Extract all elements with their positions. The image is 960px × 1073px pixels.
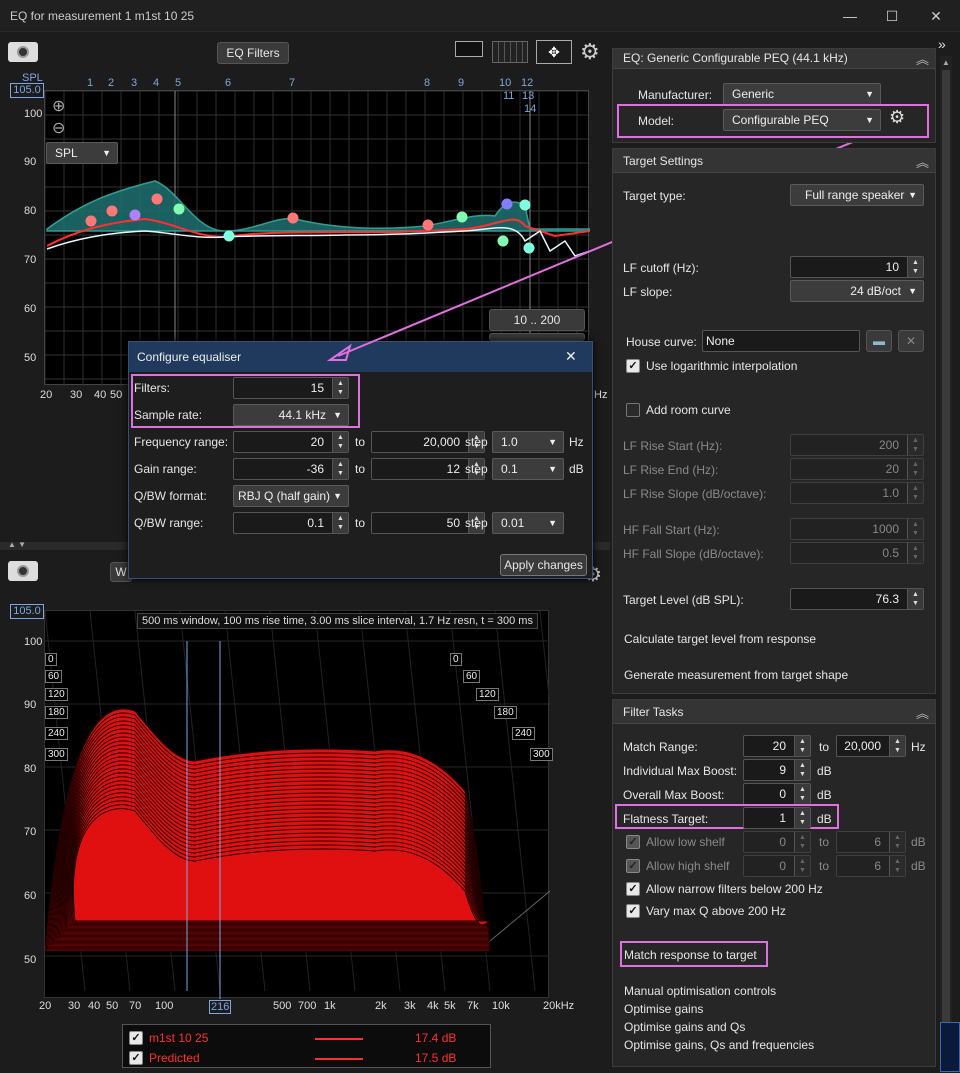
house-curve-input[interactable]: None [702, 330, 860, 352]
opt-all-button[interactable]: Optimise gains, Qs and frequencies [624, 1038, 814, 1052]
collapse-icon[interactable]: ︽ [916, 152, 929, 171]
log-interp-label: Use logarithmic interpolation [646, 359, 798, 373]
add-room-checkbox[interactable] [626, 403, 640, 417]
collapse-icon[interactable]: ︽ [916, 49, 929, 68]
low-shelf-from[interactable]: 0 ▲ ▼ [743, 831, 811, 853]
to-label: to [819, 740, 830, 754]
opt-gains-button[interactable]: Optimise gains [624, 1002, 703, 1016]
target-type-combo[interactable]: Full range speaker ▼ [790, 184, 924, 206]
manual-opt-button[interactable]: Manual optimisation controls [624, 984, 776, 998]
lf-rise-slope-input[interactable]: 1.0 ▲ ▼ [790, 482, 924, 504]
vary-q-label: Vary max Q above 200 Hz [646, 904, 786, 918]
low-shelf-label: Allow low shelf [646, 835, 725, 849]
overall-boost-label: Overall Max Boost: [623, 788, 725, 802]
target-type-label: Target type: [623, 189, 686, 203]
collapse-icon[interactable]: ︽ [916, 703, 929, 722]
db-unit: dB [817, 764, 832, 778]
db-unit: dB [911, 859, 926, 873]
high-shelf-from[interactable]: 0 ▲ ▼ [743, 855, 811, 877]
lf-rise-end-input[interactable]: 20 ▲ ▼ [790, 458, 924, 480]
flatness-label: Flatness Target: [623, 812, 709, 826]
low-shelf-to[interactable]: 6 ▲ ▼ [836, 831, 906, 853]
target-settings-header[interactable]: Target Settings ︽ [613, 149, 935, 173]
filter-tasks-header[interactable]: Filter Tasks ︽ [613, 700, 935, 724]
high-shelf-label: Allow high shelf [646, 859, 730, 873]
lf-slope-combo[interactable]: 24 dB/oct ▼ [790, 280, 924, 302]
ind-boost-label: Individual Max Boost: [623, 764, 738, 778]
to-label: to [819, 859, 830, 873]
lf-cutoff-label: LF cutoff (Hz): [623, 261, 699, 275]
to-label: to [819, 835, 830, 849]
model-label: Model: [638, 114, 675, 128]
target-level-input[interactable]: 76.3 ▲ ▼ [790, 588, 924, 610]
db-unit: dB [911, 835, 926, 849]
db-unit: dB [817, 812, 832, 826]
clear-icon[interactable]: ✕ [898, 330, 924, 352]
narrow-filters-label: Allow narrow filters below 200 Hz [646, 882, 823, 896]
manufacturer-label: Manufacturer: [638, 88, 713, 102]
hf-fall-slope-input[interactable]: 0.5 ▲ ▼ [790, 542, 924, 564]
eq-panel: EQ: Generic Configurable PEQ (44.1 kHz) … [612, 48, 936, 143]
match-response-button[interactable]: Match response to target [624, 948, 757, 962]
lf-rise-slope-label: LF Rise Slope (dB/octave): [623, 487, 767, 501]
hf-fall-start-label: HF Fall Start (Hz): [623, 523, 720, 537]
low-shelf-checkbox[interactable]: ✓ [626, 835, 640, 849]
high-shelf-to[interactable]: 6 ▲ ▼ [836, 855, 906, 877]
log-interp-checkbox[interactable]: ✓ [626, 359, 640, 373]
db-unit: dB [817, 788, 832, 802]
overall-boost-input[interactable]: 0 ▲ ▼ [743, 783, 811, 805]
folder-icon[interactable]: ▬ [866, 330, 892, 352]
hf-fall-slope-label: HF Fall Slope (dB/octave): [623, 547, 764, 561]
match-range-label: Match Range: [623, 740, 698, 754]
opt-gains-qs-button[interactable]: Optimise gains and Qs [624, 1020, 745, 1034]
ind-boost-input[interactable]: 9 ▲ ▼ [743, 759, 811, 781]
lf-slope-label: LF slope: [623, 285, 673, 299]
target-level-label: Target Level (dB SPL): [623, 593, 744, 607]
high-shelf-checkbox[interactable]: ✓ [626, 859, 640, 873]
gear-icon[interactable]: ⚙ [889, 107, 905, 128]
lf-rise-end-label: LF Rise End (Hz): [623, 463, 719, 477]
vary-q-checkbox[interactable]: ✓ [626, 904, 640, 918]
gen-measurement-button[interactable]: Generate measurement from target shape [624, 668, 848, 682]
lf-cutoff-input[interactable]: 10 ▲ ▼ [790, 256, 924, 278]
cpu-monitor-widget [940, 1022, 960, 1072]
eq-panel-header: EQ: Generic Configurable PEQ (44.1 kHz) … [613, 49, 935, 69]
flatness-input[interactable]: 1 ▲ ▼ [743, 807, 811, 829]
manufacturer-combo[interactable]: Generic ▼ [723, 83, 881, 105]
filter-tasks-panel: Filter Tasks ︽ Match Range: 20 ▲ ▼ to 20,0… [612, 699, 936, 1067]
match-to-input[interactable]: 20,000 ▲ ▼ [836, 735, 906, 757]
model-combo[interactable]: Configurable PEQ ▼ [723, 109, 881, 131]
narrow-filters-checkbox[interactable]: ✓ [626, 882, 640, 896]
scrollbar[interactable]: ▲ [940, 56, 952, 1066]
lf-rise-start-input[interactable]: 200 ▲ ▼ [790, 434, 924, 456]
calc-target-button[interactable]: Calculate target level from response [624, 632, 816, 646]
add-room-label: Add room curve [646, 403, 731, 417]
house-curve-label: House curve: [626, 335, 697, 349]
hz-unit: Hz [911, 740, 926, 754]
hf-fall-start-input[interactable]: 1000 ▲ ▼ [790, 518, 924, 540]
lf-rise-start-label: LF Rise Start (Hz): [623, 439, 723, 453]
target-settings-panel: Target Settings ︽ Target type: Full rang… [612, 148, 936, 694]
match-from-input[interactable]: 20 ▲ ▼ [743, 735, 811, 757]
